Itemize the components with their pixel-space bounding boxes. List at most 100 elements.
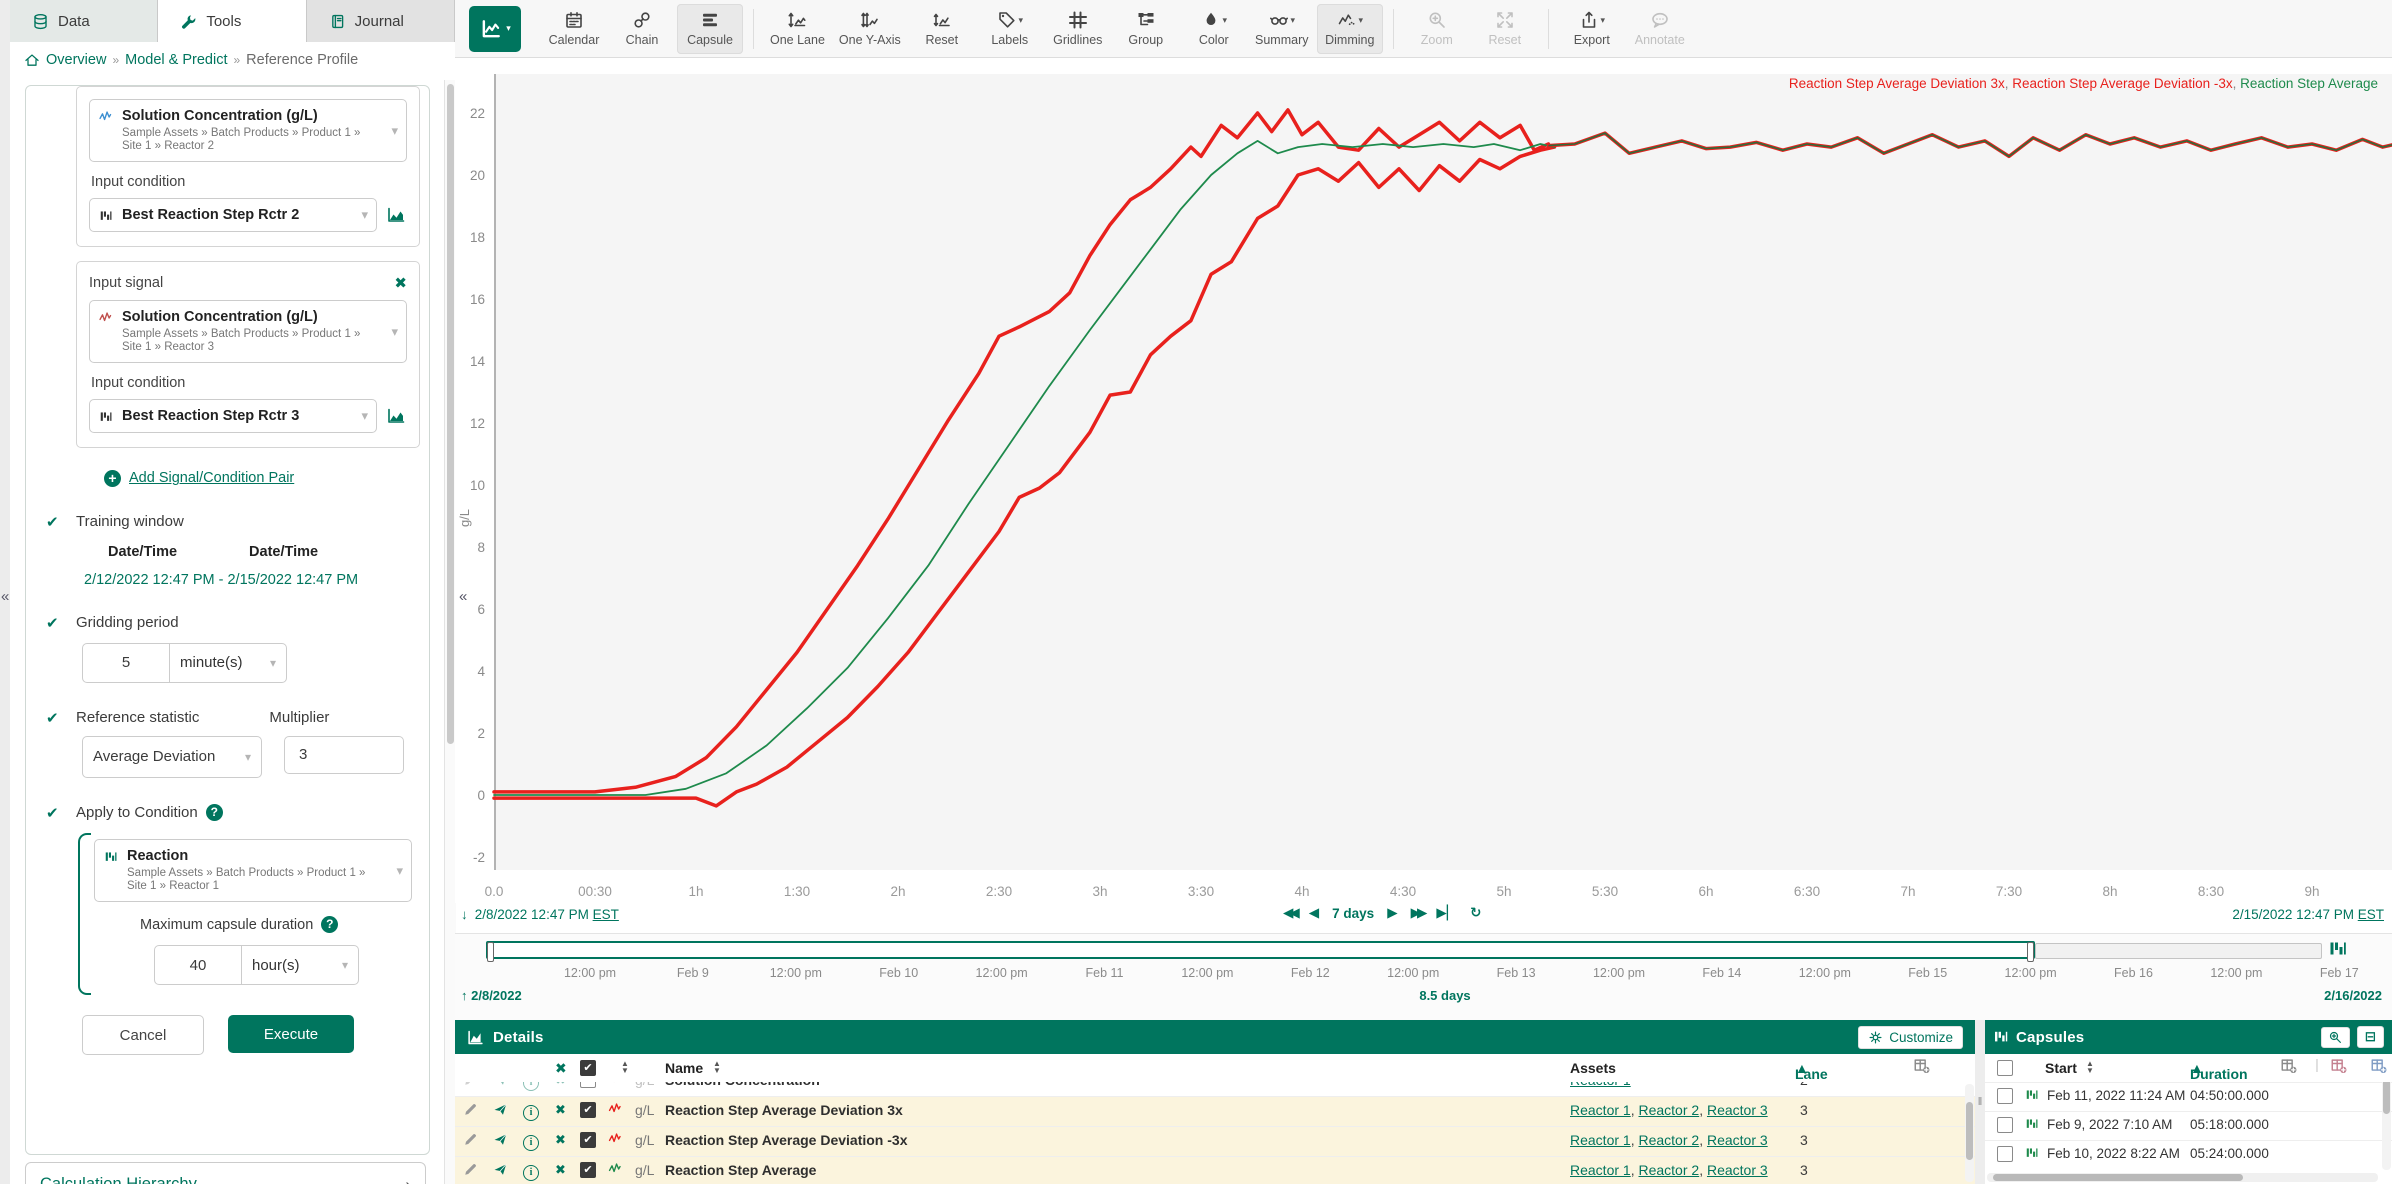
preview-chart-icon[interactable] — [385, 205, 407, 225]
details-scrollbar[interactable] — [1965, 1084, 1974, 1182]
collapse-capsules-button[interactable]: ⊟ — [2357, 1026, 2384, 1048]
toolbar-export-button[interactable]: ▾Export — [1559, 4, 1625, 54]
column-start[interactable]: Start — [2045, 1060, 2077, 1076]
help-icon[interactable]: ? — [321, 916, 338, 933]
capsules-hscrollbar[interactable] — [1987, 1173, 2378, 1182]
trend-chart[interactable]: 2220181614121086420-2g/L0.000:301h1:302h… — [455, 58, 2392, 903]
input-signal-select-2[interactable]: Solution Concentration (g/L) Sample Asse… — [89, 300, 407, 363]
gridding-unit-select[interactable]: minute(s) ▾ — [170, 643, 287, 683]
info-icon[interactable]: i — [523, 1082, 539, 1091]
select-all-capsules-checkbox[interactable] — [1997, 1060, 2013, 1076]
details-row[interactable]: i✖✔g/LReaction Step Average Deviation -3… — [455, 1126, 1975, 1156]
row-checkbox[interactable]: ✔ — [580, 1102, 596, 1118]
input-condition-select-2[interactable]: Best Reaction Step Rctr 3 ▾ — [89, 399, 377, 433]
asset-link[interactable]: Reactor 3 — [1707, 1162, 1768, 1178]
step-forward-full-icon[interactable]: ▶▶ — [1411, 905, 1424, 921]
max-duration-value-input[interactable]: 40 — [154, 945, 242, 985]
toolbar-labels-button[interactable]: ▾Labels — [977, 4, 1043, 54]
customize-button[interactable]: Customize — [1858, 1026, 1963, 1049]
capsule-time-icon[interactable] — [2328, 939, 2348, 959]
max-duration-unit-select[interactable]: hour(s) ▾ — [242, 945, 359, 985]
step-to-end-icon[interactable]: ▶▏ — [1436, 905, 1457, 921]
range-duration-label[interactable]: 7 days — [1332, 906, 1374, 921]
asset-link[interactable]: Reactor 2 — [1638, 1162, 1699, 1178]
multiplier-input[interactable]: 3 — [284, 736, 404, 774]
asset-link[interactable]: Reactor 2 — [1638, 1132, 1699, 1148]
remove-icon[interactable]: ✖ — [555, 1132, 566, 1148]
timebar-unselected[interactable] — [2035, 943, 2322, 959]
step-back-half-icon[interactable]: ◀ — [1309, 905, 1319, 921]
trend-plot[interactable]: 2220181614121086420-2g/L0.000:301h1:302h… — [455, 58, 2392, 903]
timebar-selected-range[interactable] — [486, 941, 2035, 959]
investigate-start[interactable]: ↑ 2/8/2022 — [461, 988, 522, 1003]
capsule-checkbox[interactable] — [1997, 1146, 2013, 1162]
toolbar-color-button[interactable]: ▾Color — [1181, 4, 1247, 54]
select-all-checkbox[interactable]: ✔ — [580, 1060, 596, 1076]
asset-link[interactable]: Reactor 1 — [1570, 1132, 1631, 1148]
capsule-row[interactable]: Feb 10, 2022 8:22 AM05:24:00.000 — [1985, 1140, 2392, 1169]
legend-item[interactable]: Reaction Step Average Deviation -3x — [2012, 76, 2232, 91]
toolbar-dimming-button[interactable]: ▾Dimming — [1317, 4, 1383, 54]
scrollbar-thumb[interactable] — [447, 84, 454, 744]
toolbar-one-lane-button[interactable]: One Lane — [764, 4, 831, 54]
remove-icon[interactable]: ✖ — [555, 1082, 566, 1088]
add-column-icon[interactable] — [1913, 1057, 1931, 1075]
toolbar-calendar-button[interactable]: Calendar — [541, 4, 607, 54]
zoom-capsule-button[interactable] — [2321, 1027, 2350, 1048]
column-assets[interactable]: Assets — [1570, 1060, 1616, 1076]
info-icon[interactable]: i — [523, 1132, 539, 1151]
training-window-range[interactable]: 2/12/2022 12:47 PM - 2/15/2022 12:47 PM — [84, 572, 429, 588]
edit-icon[interactable] — [463, 1132, 478, 1147]
column-lane[interactable]: Lane ▲ — [1795, 1060, 1809, 1076]
range-start[interactable]: 2/8/2022 12:47 PM EST — [475, 907, 619, 922]
legend-item[interactable]: Reaction Step Average Deviation 3x — [1789, 76, 2005, 91]
tab-data[interactable]: Data — [10, 0, 158, 42]
asset-link[interactable]: Reactor 3 — [1707, 1132, 1768, 1148]
row-checkbox[interactable] — [580, 1082, 596, 1088]
input-condition-select-1[interactable]: Best Reaction Step Rctr 2 ▾ — [89, 198, 377, 232]
reference-statistic-select[interactable]: Average Deviation ▾ — [82, 736, 262, 778]
collapse-left-icon[interactable]: « — [1, 588, 9, 605]
timezone-link[interactable]: EST — [593, 907, 619, 922]
edit-icon[interactable] — [463, 1162, 478, 1177]
input-signal-select-1[interactable]: Solution Concentration (g/L) Sample Asse… — [89, 99, 407, 162]
send-icon[interactable] — [493, 1162, 508, 1177]
timebar-track[interactable] — [486, 941, 2350, 959]
row-checkbox[interactable]: ✔ — [580, 1132, 596, 1148]
execute-button[interactable]: Execute — [228, 1015, 354, 1053]
send-icon[interactable] — [493, 1102, 508, 1117]
breadcrumb-overview[interactable]: Overview — [46, 52, 106, 68]
timezone-link[interactable]: EST — [2358, 907, 2384, 922]
toolbar-chain-button[interactable]: Chain — [609, 4, 675, 54]
asset-link[interactable]: Reactor 2 — [1638, 1102, 1699, 1118]
toolbar-reset-button[interactable]: Reset — [909, 4, 975, 54]
timebar-left-handle[interactable] — [487, 942, 494, 962]
details-row[interactable]: i✖✔g/LReaction Step Average Deviation 3x… — [455, 1096, 1975, 1126]
home-icon[interactable] — [24, 52, 40, 68]
row-name[interactable]: Reaction Step Average Deviation -3x — [665, 1132, 907, 1148]
asset-link[interactable]: Reactor 1 — [1570, 1082, 1631, 1088]
details-row[interactable]: i✖✔g/LReaction Step AverageReactor 1, Re… — [455, 1156, 1975, 1184]
help-icon[interactable]: ? — [206, 804, 223, 821]
investigate-end[interactable]: 2/16/2022 — [2324, 988, 2382, 1003]
toolbar-gridlines-button[interactable]: Gridlines — [1045, 4, 1111, 54]
legend-item[interactable]: Reaction Step Average — [2240, 76, 2378, 91]
preview-chart-icon[interactable] — [385, 406, 407, 426]
toolbar-one-y-axis-button[interactable]: One Y-Axis — [833, 4, 907, 54]
remove-icon[interactable]: ✖ — [555, 1102, 566, 1118]
asset-link[interactable]: Reactor 3 — [1707, 1102, 1768, 1118]
info-icon[interactable]: i — [523, 1102, 539, 1121]
cancel-button[interactable]: Cancel — [82, 1015, 204, 1055]
capsule-checkbox[interactable] — [1997, 1088, 2013, 1104]
tab-tools[interactable]: Tools — [158, 0, 306, 42]
details-row[interactable]: i✖g/LSolution ConcentrationReactor 12 — [455, 1082, 1975, 1096]
edit-icon[interactable] — [463, 1102, 478, 1117]
panel-splitter[interactable]: ‖ — [1975, 1020, 1985, 1184]
add-stat-column-icon[interactable] — [2330, 1057, 2348, 1075]
tab-journal[interactable]: Journal — [307, 0, 455, 42]
sort-icon[interactable]: ▲▼ — [2086, 1060, 2094, 1074]
apply-condition-select[interactable]: Reaction Sample Assets » Batch Products … — [94, 839, 412, 902]
column-name[interactable]: Name — [665, 1060, 703, 1076]
add-stat-column-icon[interactable] — [2370, 1057, 2388, 1075]
step-back-full-icon[interactable]: ◀◀ — [1283, 905, 1296, 921]
